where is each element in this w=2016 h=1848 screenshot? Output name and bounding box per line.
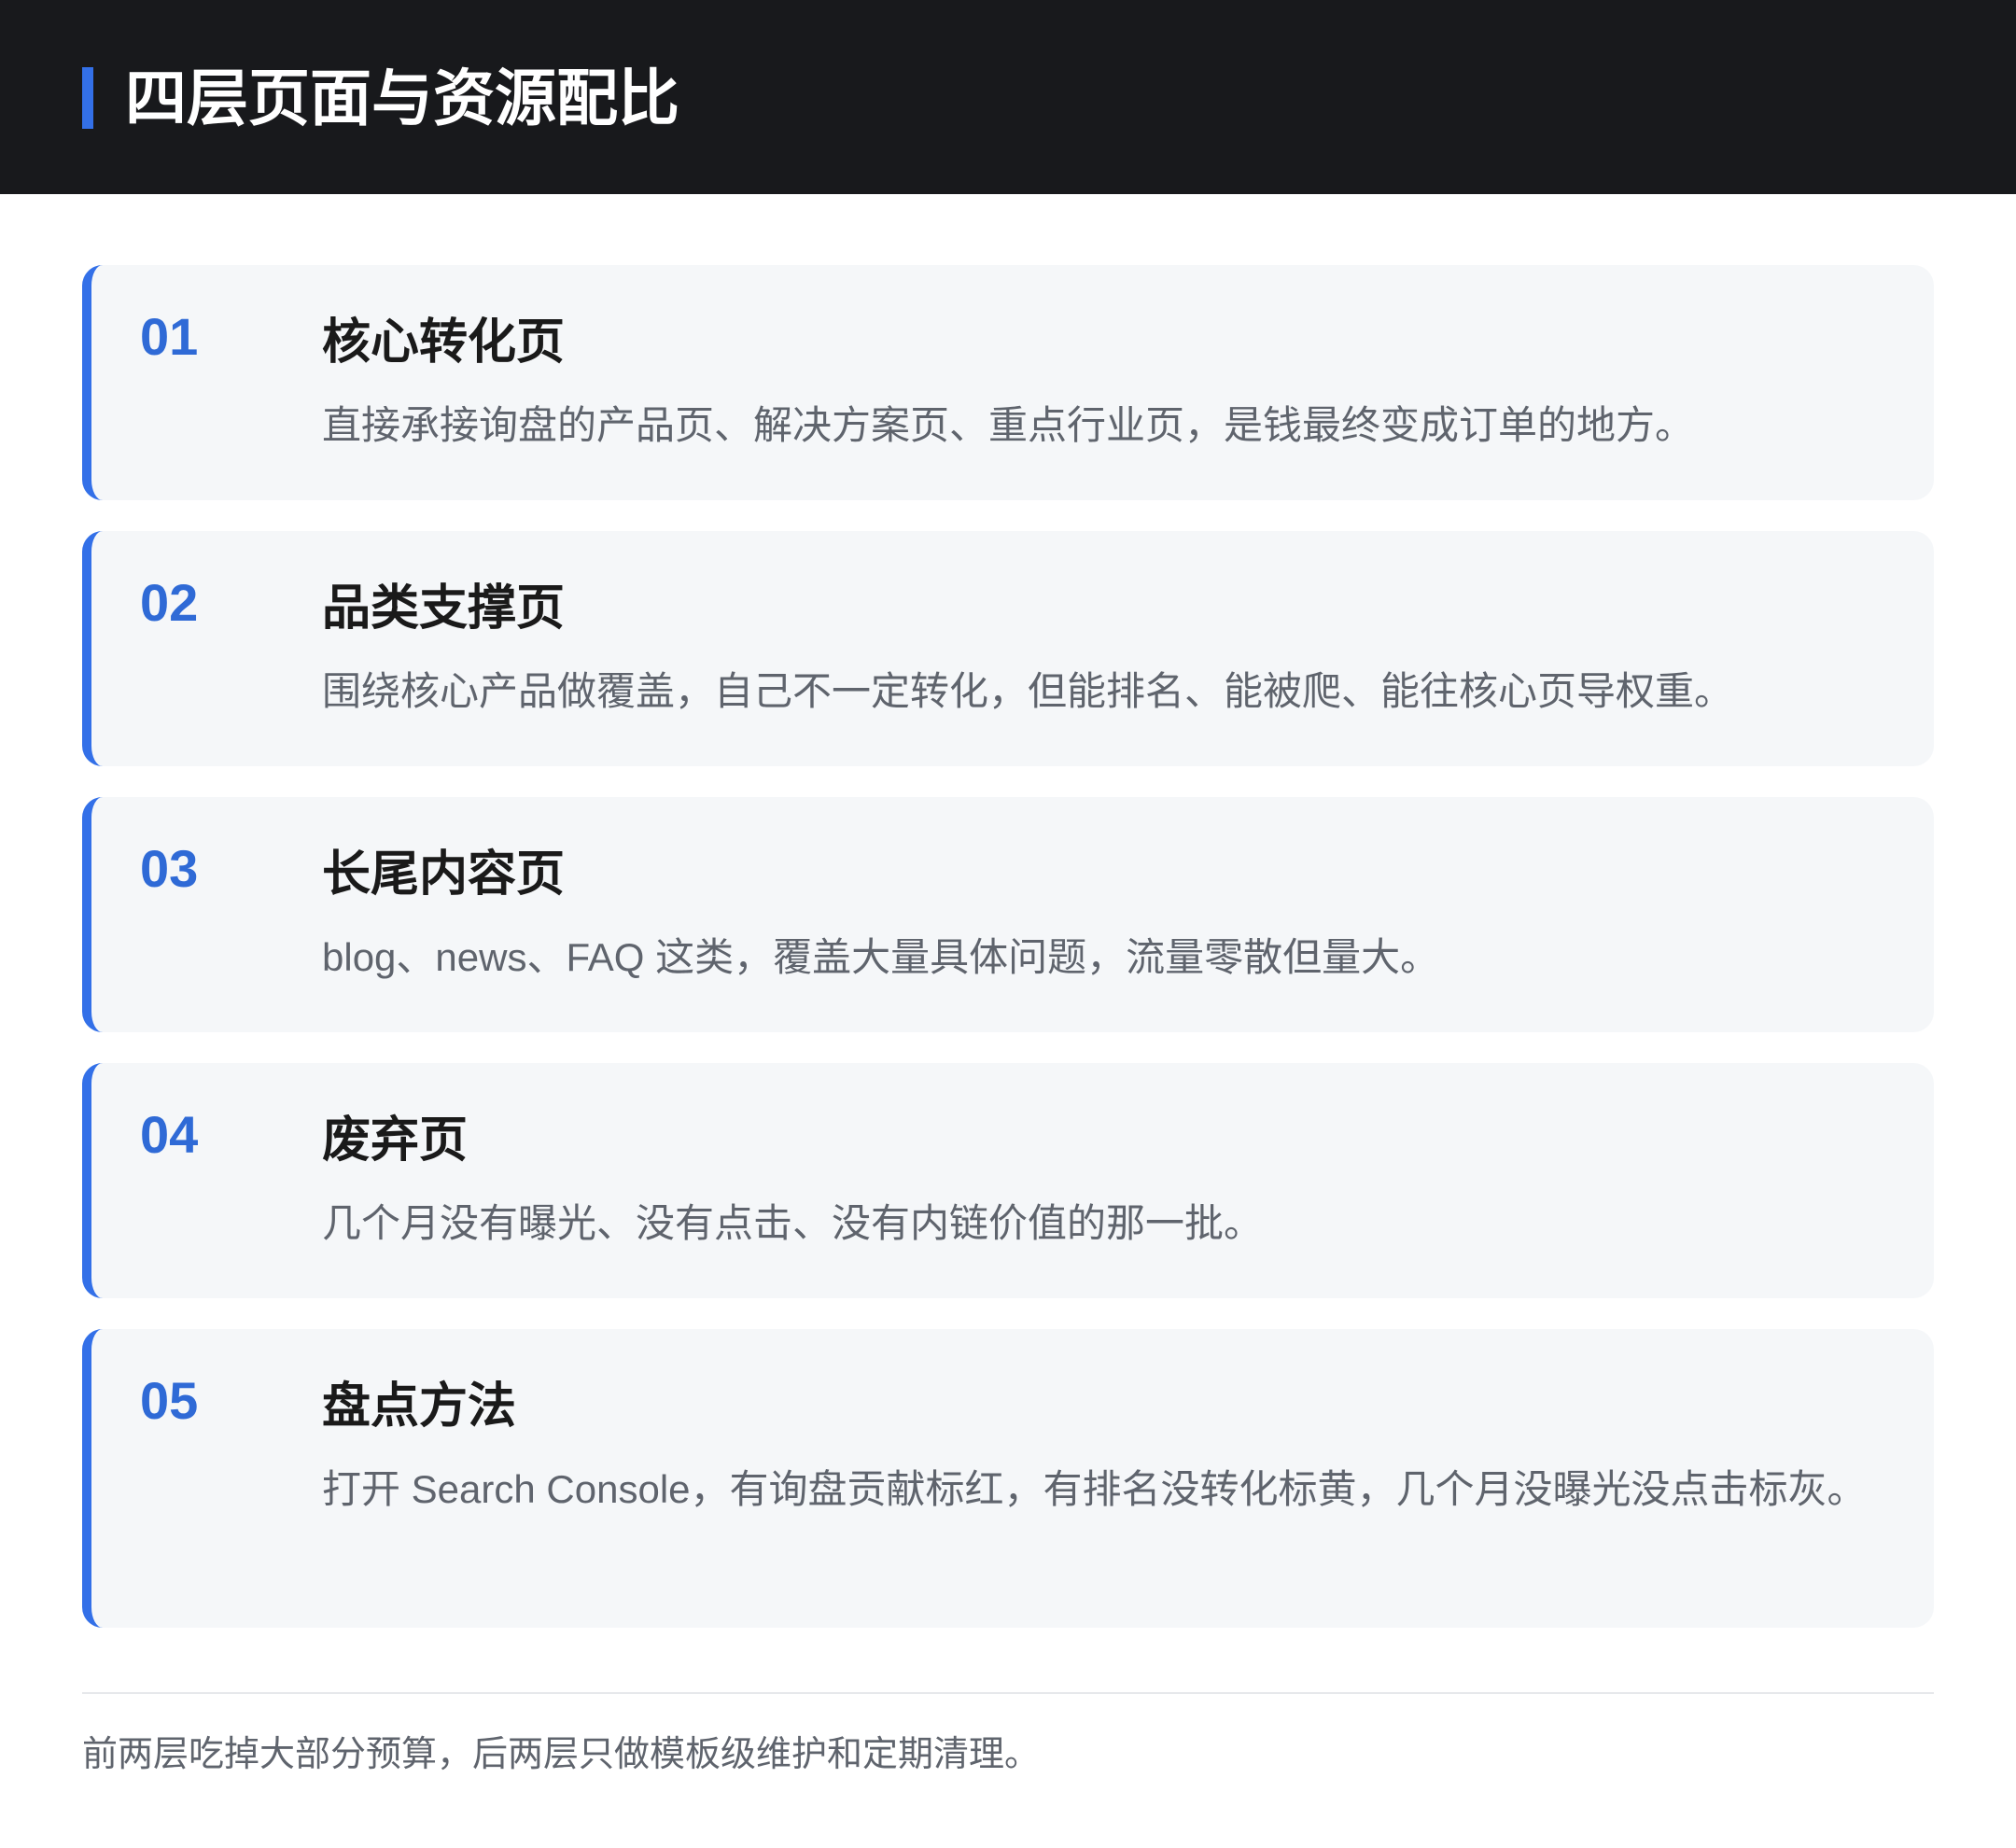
card-category-support: 02 品类支撑页 围绕核心产品做覆盖，自己不一定转化，但能排名、能被爬、能往核心… (82, 531, 1934, 766)
card-number: 01 (140, 307, 199, 366)
card-core-conversion: 01 核心转化页 直接承接询盘的产品页、解决方案页、重点行业页，是钱最终变成订单… (82, 265, 1934, 500)
card-description: 直接承接询盘的产品页、解决方案页、重点行业页，是钱最终变成订单的地方。 (322, 403, 1695, 447)
card-audit-method: 05 盘点方法 打开 Search Console，有询盘贡献标红，有排名没转化… (82, 1329, 1934, 1628)
card-title: 废弃页 (322, 1113, 469, 1168)
footer-divider (82, 1692, 1934, 1694)
card-description: 围绕核心产品做覆盖，自己不一定转化，但能排名、能被爬、能往核心页导权重。 (322, 669, 1734, 713)
page-type-list: 01 核心转化页 直接承接询盘的产品页、解决方案页、重点行业页，是钱最终变成订单… (82, 265, 1934, 1659)
card-description: 几个月没有曝光、没有点击、没有内链价值的那一批。 (322, 1201, 1264, 1245)
card-title: 盘点方法 (322, 1379, 517, 1434)
page-header: 四层页面与资源配比 (0, 0, 2016, 194)
header-accent-bar (82, 67, 93, 129)
card-number: 03 (140, 839, 199, 898)
card-number: 05 (140, 1371, 199, 1430)
card-title: 长尾内容页 (322, 847, 566, 902)
card-number: 04 (140, 1105, 199, 1164)
footer-note: 前两层吃掉大部分预算，后两层只做模板级维护和定期清理。 (82, 1735, 1041, 1774)
card-title: 品类支撑页 (322, 581, 566, 636)
page-title: 四层页面与资源配比 (125, 63, 679, 133)
card-description: 打开 Search Console，有询盘贡献标红，有排名没转化标黄，几个月没曝… (322, 1467, 1867, 1511)
card-title: 核心转化页 (322, 315, 566, 370)
card-number: 02 (140, 573, 199, 632)
card-abandoned-pages: 04 废弃页 几个月没有曝光、没有点击、没有内链价值的那一批。 (82, 1063, 1934, 1298)
card-description: blog、news、FAQ 这类，覆盖大量具体问题，流量零散但量大。 (322, 935, 1440, 979)
card-long-tail-content: 03 长尾内容页 blog、news、FAQ 这类，覆盖大量具体问题，流量零散但… (82, 797, 1934, 1032)
